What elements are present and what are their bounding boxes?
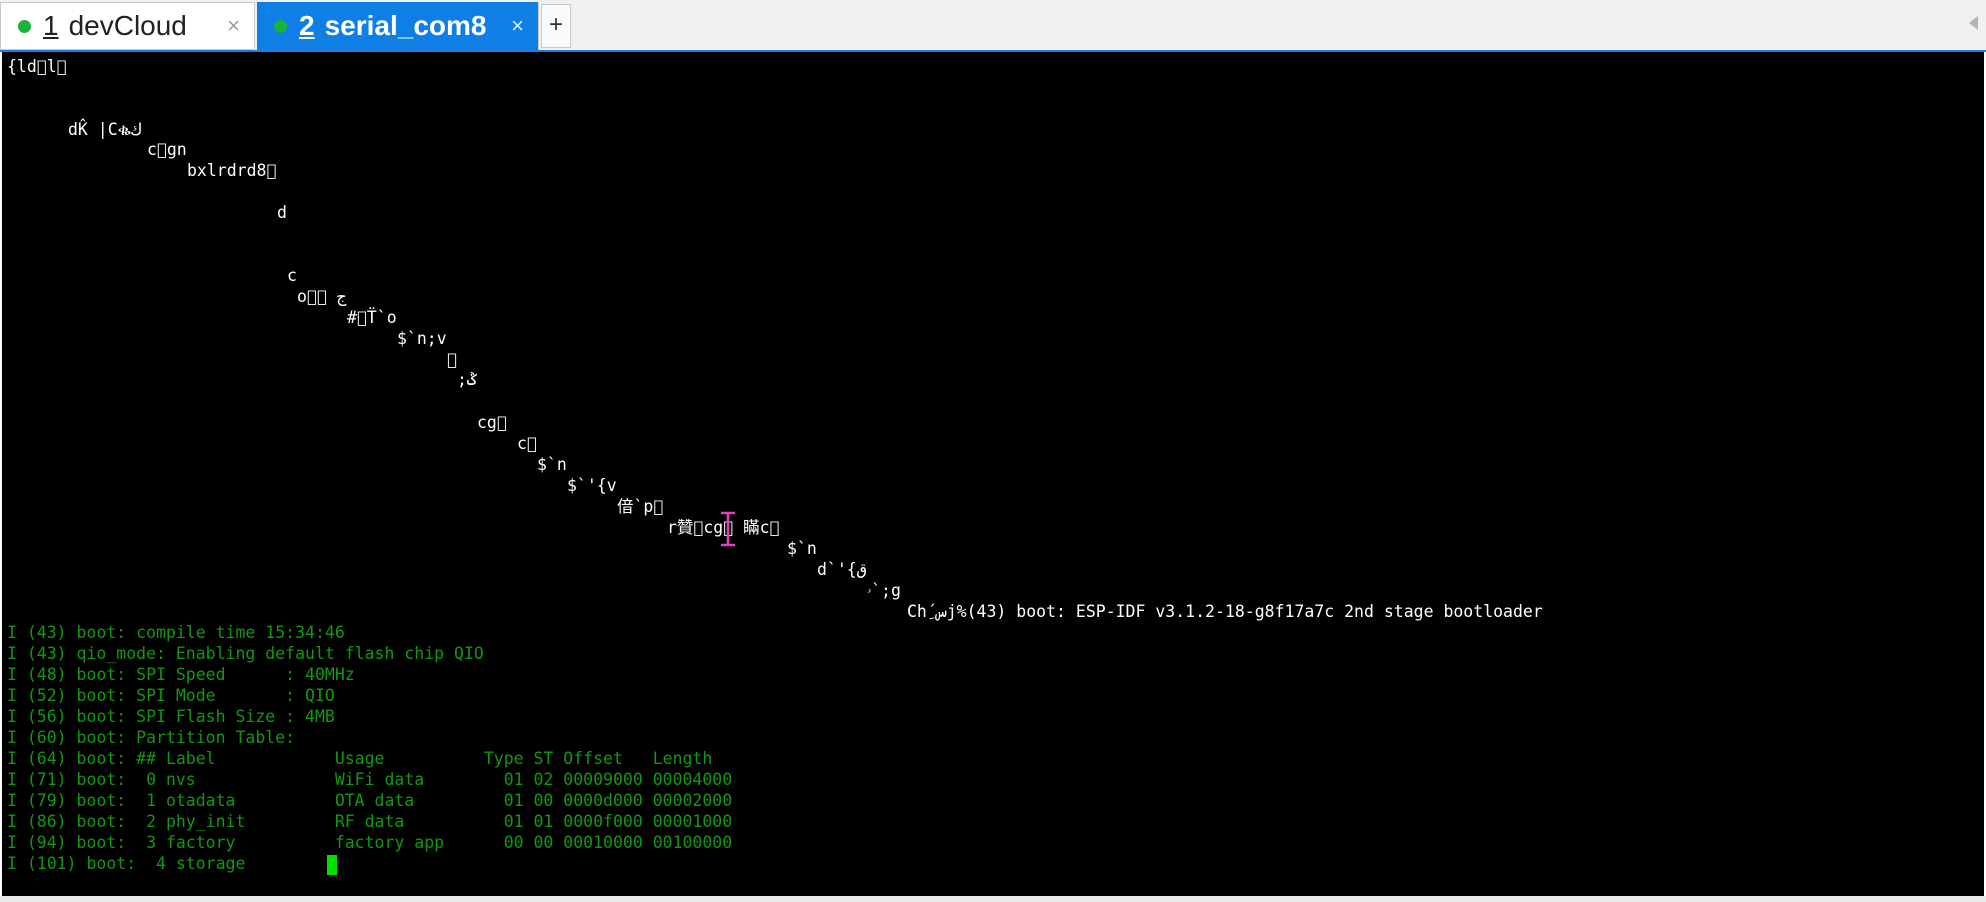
partition-row: I (101) boot: 4 storage	[7, 854, 246, 873]
partition-row: I (94) boot: 3 factory factory app 00 00…	[7, 833, 733, 852]
tab-devcloud[interactable]: 1 devCloud ×	[0, 2, 255, 50]
terminal-line: # T̈`o	[347, 308, 397, 327]
boot-log-line: I (43) qio_mode: Enabling default flash …	[7, 644, 484, 663]
tab-number: 1	[43, 10, 59, 41]
terminal-line: c 	[517, 434, 537, 453]
terminal-line: $`n	[537, 455, 567, 474]
tab-serial-com8[interactable]: 2 serial_com8 ×	[257, 2, 539, 50]
close-tab-icon[interactable]: ×	[227, 13, 240, 39]
connection-status-icon	[274, 19, 287, 33]
new-tab-button[interactable]: +	[541, 4, 571, 48]
boot-log-line: I (43) boot: compile time 15:34:46	[7, 623, 345, 642]
close-tab-icon[interactable]: ×	[511, 13, 524, 39]
terminal-cursor	[327, 855, 337, 875]
terminal-line: d`'{ق	[817, 560, 867, 579]
partition-table-header: I (64) boot: ## Label Usage Type ST Offs…	[7, 749, 713, 768]
terminal-line: o ㉘ ج	[297, 287, 347, 306]
terminal-line: dK̂ |Cቈك	[68, 120, 142, 139]
terminal-line: $`'{v	[567, 476, 617, 495]
terminal-line:  	[447, 350, 457, 369]
tab-title: devCloud	[68, 10, 187, 41]
scroll-tabs-left-icon[interactable]	[1969, 16, 1978, 30]
boot-log-line: I (52) boot: SPI Mode : QIO	[7, 686, 335, 705]
boot-header-line: Ch´ِسj%(43) boot: ESP-IDF v3.1.2-18-g8f1…	[907, 602, 1543, 621]
terminal-line: c gn	[147, 140, 187, 159]
tab-number: 2	[299, 10, 315, 41]
tab-title: serial_com8	[324, 10, 487, 41]
partition-row: I (86) boot: 2 phy_init RF data 01 01 00…	[7, 812, 733, 831]
status-strip	[0, 896, 1986, 902]
boot-log-line: I (56) boot: SPI Flash Size : 4MB	[7, 707, 335, 726]
terminal-line: bxlrdrd8 	[187, 161, 277, 180]
terminal-line: ;ݣ	[457, 370, 477, 389]
terminal-line: d	[277, 203, 287, 222]
connection-status-icon	[18, 19, 31, 33]
boot-log-line: I (60) boot: Partition Table:	[7, 728, 296, 747]
terminal-output[interactable]: {ld l  dK̂ |Cቈك c gn bxlrdrd8  d c o ㉘ ج…	[2, 52, 1984, 896]
tab-bar: 1 devCloud × 2 serial_com8 × +	[0, 0, 1986, 52]
terminal-line: 偣`p 	[617, 497, 664, 516]
partition-row: I (71) boot: 0 nvs WiFi data 01 02 00009…	[7, 770, 733, 789]
partition-row: I (79) boot: 1 otadata OTA data 01 00 00…	[7, 791, 733, 810]
terminal-line: cg 	[477, 413, 507, 432]
terminal-line: {ld l 	[7, 57, 67, 76]
terminal-line: c	[287, 266, 297, 285]
terminal-line: $`n;v	[397, 329, 447, 348]
text-cursor-icon	[721, 511, 735, 547]
terminal-line: $`n	[787, 539, 817, 558]
boot-log-line: I (48) boot: SPI Speed : 40MHz	[7, 665, 355, 684]
terminal-line: ۥ`;g	[867, 581, 901, 600]
